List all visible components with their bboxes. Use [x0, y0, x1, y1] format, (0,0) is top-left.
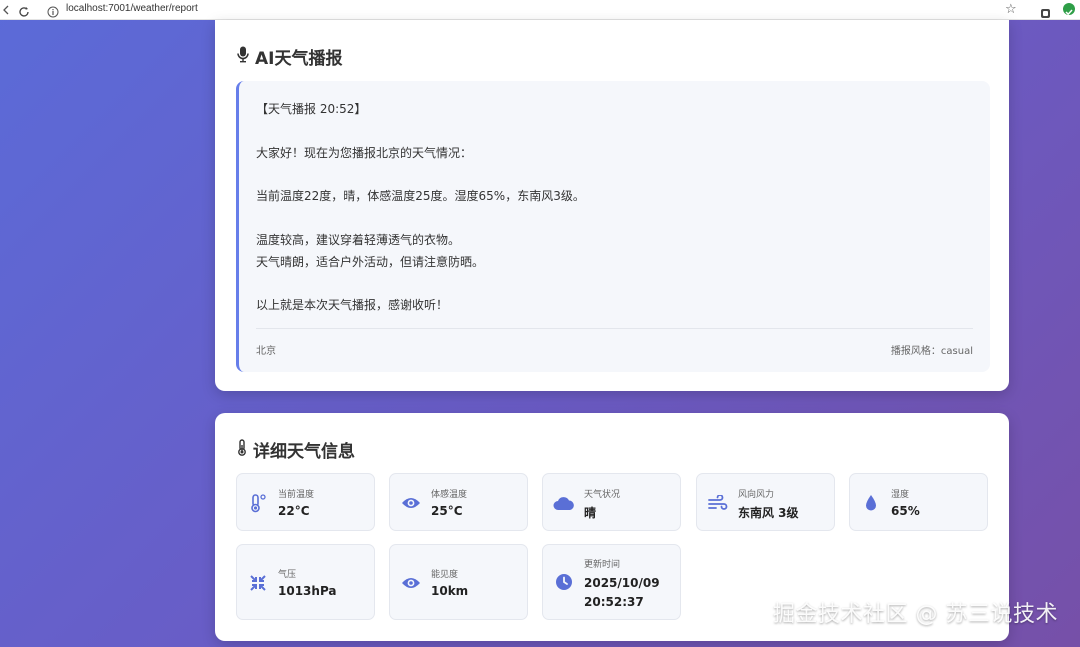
tile-label: 气压: [278, 570, 297, 580]
tile-value: 晴: [584, 506, 597, 520]
address-bar[interactable]: localhost:7001/weather/report: [66, 3, 198, 14]
tile-pressure: 气压 1013hPa: [236, 544, 375, 620]
report-divider: [256, 328, 973, 329]
wind-icon: [707, 492, 729, 514]
microphone-icon: [237, 46, 255, 68]
eye-icon: [400, 492, 422, 514]
watermark: 掘金技术社区 @ 苏三说技术: [773, 602, 1058, 627]
report-line: 当前温度22度，晴，体感温度25度。湿度65%，东南风3级。: [256, 189, 585, 203]
tile-feels-like: 体感温度 25°C: [389, 473, 528, 531]
tile-value: 22°C: [278, 504, 310, 518]
tile-value: 10km: [431, 584, 469, 598]
report-city: 北京: [256, 346, 276, 357]
ai-report-card: AI天气播报 【天气播报 20:52】 大家好！现在为您播报北京的天气情况： 当…: [215, 20, 1009, 391]
cloud-icon: [553, 492, 575, 514]
report-style: 播报风格：casual: [890, 346, 973, 357]
tile-label: 体感温度: [431, 490, 468, 500]
clock-icon: [553, 571, 575, 593]
tile-label: 当前温度: [278, 490, 315, 500]
bookmark-star-icon[interactable]: ☆: [1005, 2, 1017, 17]
report-line: 温度较高，建议穿着轻薄透气的衣物。: [256, 233, 461, 247]
thermometer-icon: [247, 492, 269, 514]
tile-update-time: 更新时间 2025/10/09 20:52:37: [542, 544, 681, 620]
tile-visibility: 能见度 10km: [389, 544, 528, 620]
tile-label: 更新时间: [584, 560, 621, 570]
site-info-icon[interactable]: [47, 3, 59, 18]
thermometer-icon: [237, 438, 253, 461]
tile-value: 2025/10/09 20:52:37: [584, 574, 660, 612]
tile-value: 1013hPa: [278, 584, 337, 598]
tile-condition: 天气状况 晴: [542, 473, 681, 531]
update-time: 20:52:37: [584, 595, 644, 609]
back-icon[interactable]: [0, 0, 12, 20]
detail-weather-title-text: 详细天气信息: [253, 442, 355, 462]
report-box: 【天气播报 20:52】 大家好！现在为您播报北京的天气情况： 当前温度22度，…: [236, 81, 990, 372]
extension-icon[interactable]: [1040, 4, 1051, 18]
tile-value: 65%: [891, 504, 920, 518]
report-line: 大家好！现在为您播报北京的天气情况：: [256, 146, 473, 160]
tile-value: 25°C: [431, 504, 463, 518]
tile-label: 天气状况: [584, 490, 621, 500]
tile-wind: 风向风力 东南风 3级: [696, 473, 835, 531]
tile-label: 风向风力: [738, 490, 775, 500]
extension-check-icon[interactable]: [1063, 3, 1075, 16]
tile-value: 东南风 3级: [738, 506, 799, 520]
report-line: 天气晴朗，适合户外活动，但请注意防晒。: [256, 255, 485, 269]
tile-current-temperature: 当前温度 22°C: [236, 473, 375, 531]
update-date: 2025/10/09: [584, 576, 660, 590]
tile-humidity: 湿度 65%: [849, 473, 988, 531]
detail-weather-title: 详细天气信息: [237, 437, 355, 462]
droplet-icon: [860, 492, 882, 514]
report-line: 【天气播报 20:52】: [256, 102, 367, 116]
reload-icon[interactable]: [18, 3, 30, 17]
ai-report-title-text: AI天气播报: [255, 49, 343, 69]
report-line: 以上就是本次天气播报，感谢收听！: [256, 298, 449, 312]
tile-label: 能见度: [431, 570, 459, 580]
compress-icon: [247, 572, 269, 594]
browser-toolbar: localhost:7001/weather/report ☆: [0, 0, 1080, 20]
tile-label: 湿度: [891, 490, 910, 500]
ai-report-title: AI天气播报: [237, 44, 342, 69]
eye-icon: [400, 572, 422, 594]
